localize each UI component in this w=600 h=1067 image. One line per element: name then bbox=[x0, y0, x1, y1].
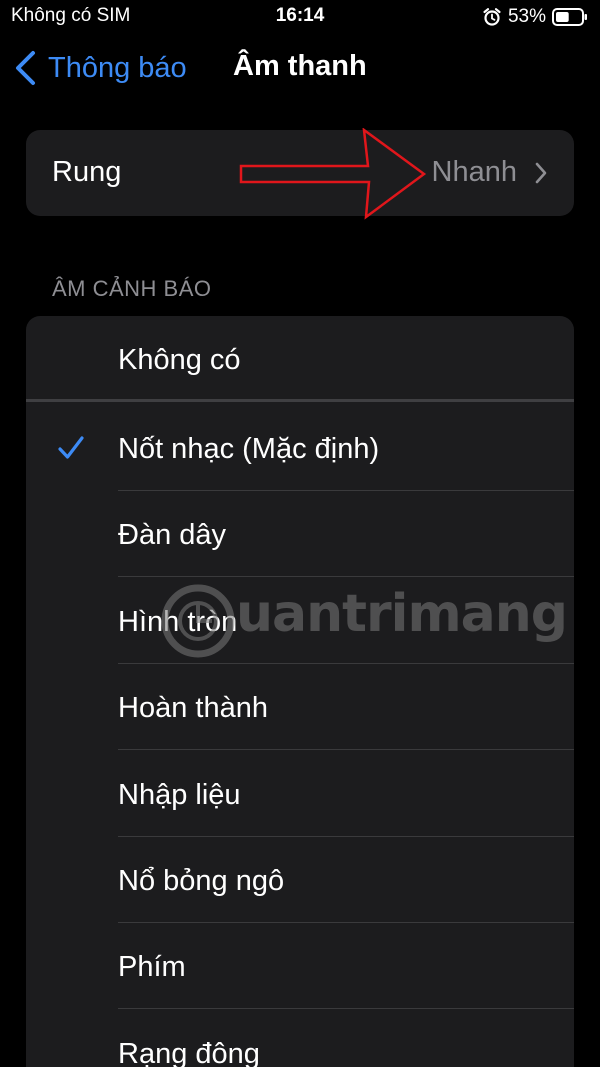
status-bar: Không có SIM 16:14 53% bbox=[0, 0, 600, 34]
divider bbox=[118, 1008, 574, 1009]
chevron-left-icon bbox=[16, 51, 35, 85]
vibration-value: Nhanh bbox=[431, 156, 517, 188]
list-item[interactable]: Nhập liệu bbox=[26, 751, 574, 837]
list-item[interactable]: Phím bbox=[26, 923, 574, 1009]
list-item[interactable]: Rạng đông bbox=[26, 1010, 574, 1067]
back-button[interactable]: Thông báo bbox=[12, 48, 187, 88]
list-item[interactable]: Không có bbox=[26, 316, 574, 402]
list-item[interactable]: Nốt nhạc (Mặc định) bbox=[26, 405, 574, 491]
vibration-row[interactable]: Rung Nhanh bbox=[26, 130, 574, 216]
vibration-label: Rung bbox=[52, 156, 122, 188]
list-item-label: Hoàn thành bbox=[118, 692, 268, 724]
list-item[interactable]: Đàn dây bbox=[26, 491, 574, 577]
navigation-bar: Thông báo Âm thanh bbox=[0, 40, 600, 96]
status-right: 53% bbox=[482, 5, 588, 29]
checkmark-icon bbox=[58, 436, 84, 459]
list-item-label: Nốt nhạc (Mặc định) bbox=[118, 433, 380, 465]
alert-tone-list: Không có Nốt nhạc (Mặc định) Đàn dây Hìn… bbox=[26, 316, 574, 1067]
divider bbox=[118, 576, 574, 577]
list-item[interactable]: Hoàn thành bbox=[26, 664, 574, 750]
list-item-label: Đàn dây bbox=[118, 519, 227, 551]
list-item[interactable]: Nổ bỏng ngô bbox=[26, 837, 574, 923]
list-item-label: Phím bbox=[118, 951, 186, 983]
page-title: Âm thanh bbox=[233, 50, 367, 82]
screen: Không có SIM 16:14 53% Thông báo Âm than… bbox=[0, 0, 600, 1067]
list-item-label: Nhập liệu bbox=[118, 779, 241, 811]
battery-icon bbox=[552, 8, 587, 26]
alarm-icon bbox=[483, 8, 501, 26]
divider bbox=[118, 749, 574, 750]
list-item-label: Nổ bỏng ngô bbox=[118, 865, 285, 897]
divider bbox=[26, 399, 574, 402]
back-button-label: Thông báo bbox=[48, 51, 187, 84]
battery-percent: 53% bbox=[507, 6, 546, 27]
section-header-alert-tones: ÂM CẢNH BÁO bbox=[52, 276, 212, 301]
list-item-label: Không có bbox=[118, 344, 241, 376]
list-item-label: Rạng đông bbox=[118, 1038, 260, 1067]
list-item[interactable]: Hình tròn bbox=[26, 578, 574, 664]
chevron-right-icon bbox=[535, 162, 547, 184]
list-item-label: Hình tròn bbox=[118, 606, 238, 638]
